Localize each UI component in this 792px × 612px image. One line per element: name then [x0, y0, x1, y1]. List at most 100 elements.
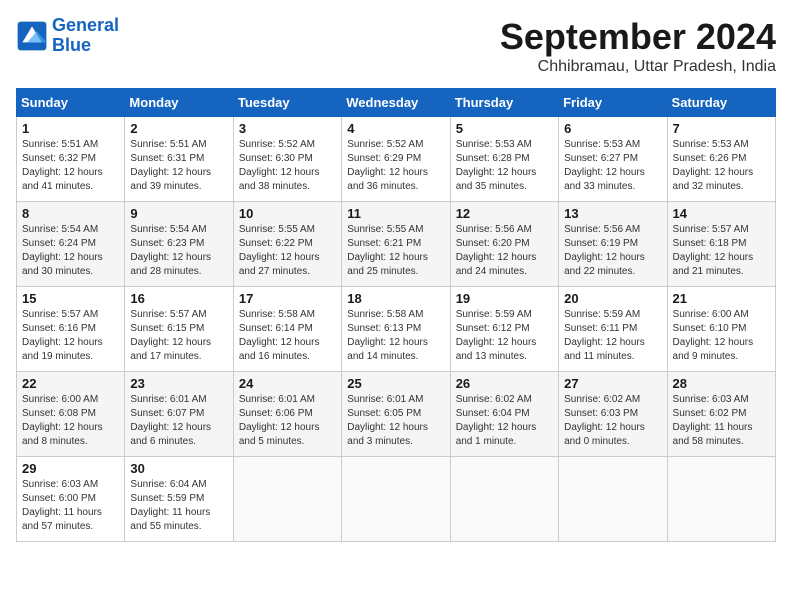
day-info: Sunrise: 6:00 AMSunset: 6:08 PMDaylight:…	[22, 393, 119, 449]
day-info: Sunrise: 6:02 AMSunset: 6:03 PMDaylight:…	[564, 393, 661, 449]
col-wednesday: Wednesday	[342, 89, 450, 117]
calendar-cell: 2Sunrise: 5:51 AMSunset: 6:31 PMDaylight…	[125, 117, 233, 202]
day-number: 8	[22, 206, 119, 221]
day-number: 30	[130, 461, 227, 476]
day-info: Sunrise: 6:02 AMSunset: 6:04 PMDaylight:…	[456, 393, 553, 449]
calendar-cell: 20 Sunrise: 5:59 AMSunset: 6:11 PMDayligh…	[559, 287, 667, 372]
calendar-cell	[342, 457, 450, 542]
day-info: Sunrise: 6:03 AMSunset: 6:02 PMDaylight:…	[673, 393, 770, 449]
day-info: Sunrise: 5:52 AMSunset: 6:29 PMDaylight:…	[347, 138, 444, 194]
calendar-cell: 10 Sunrise: 5:55 AMSunset: 6:22 PMDayligh…	[233, 202, 341, 287]
calendar-cell: 28 Sunrise: 6:03 AMSunset: 6:02 PMDayligh…	[667, 372, 775, 457]
day-info: Sunrise: 5:53 AMSunset: 6:26 PMDaylight:…	[673, 138, 770, 194]
day-number: 23	[130, 376, 227, 391]
day-number: 13	[564, 206, 661, 221]
calendar-cell: 12Sunrise: 5:56 AMSunset: 6:20 PMDayligh…	[450, 202, 558, 287]
header-row: Sunday Monday Tuesday Wednesday Thursday…	[17, 89, 776, 117]
col-friday: Friday	[559, 89, 667, 117]
day-info: Sunrise: 6:01 AMSunset: 6:06 PMDaylight:…	[239, 393, 336, 449]
logo-line2: Blue	[52, 35, 91, 55]
day-number: 2	[130, 121, 227, 136]
day-number: 14	[673, 206, 770, 221]
day-number: 21	[673, 291, 770, 306]
col-monday: Monday	[125, 89, 233, 117]
page-header: General Blue September 2024 Chhibramau, …	[16, 16, 776, 76]
day-info: Sunrise: 6:00 AMSunset: 6:10 PMDaylight:…	[673, 308, 770, 364]
calendar-cell	[450, 457, 558, 542]
day-number: 22	[22, 376, 119, 391]
calendar-cell: 24 Sunrise: 6:01 AMSunset: 6:06 PMDayligh…	[233, 372, 341, 457]
col-tuesday: Tuesday	[233, 89, 341, 117]
day-number: 3	[239, 121, 336, 136]
calendar-cell: 11 Sunrise: 5:55 AMSunset: 6:21 PMDayligh…	[342, 202, 450, 287]
calendar-cell	[233, 457, 341, 542]
calendar-cell: 22 Sunrise: 6:00 AMSunset: 6:08 PMDayligh…	[17, 372, 125, 457]
calendar-cell: 9Sunrise: 5:54 AMSunset: 6:23 PMDaylight…	[125, 202, 233, 287]
day-info: Sunrise: 5:57 AMSunset: 6:18 PMDaylight:…	[673, 223, 770, 279]
calendar-cell	[667, 457, 775, 542]
logo-icon	[16, 20, 48, 52]
day-info: Sunrise: 5:51 AMSunset: 6:32 PMDaylight:…	[22, 138, 119, 194]
day-info: Sunrise: 5:52 AMSunset: 6:30 PMDaylight:…	[239, 138, 336, 194]
day-info: Sunrise: 5:56 AMSunset: 6:19 PMDaylight:…	[564, 223, 661, 279]
calendar-row: 1 Sunrise: 5:51 AMSunset: 6:32 PMDaylight…	[17, 117, 776, 202]
day-info: Sunrise: 5:55 AMSunset: 6:21 PMDaylight:…	[347, 223, 444, 279]
calendar-cell: 4 Sunrise: 5:52 AMSunset: 6:29 PMDaylight…	[342, 117, 450, 202]
calendar-row: 15 Sunrise: 5:57 AMSunset: 6:16 PMDayligh…	[17, 287, 776, 372]
day-info: Sunrise: 5:58 AMSunset: 6:14 PMDaylight:…	[239, 308, 336, 364]
calendar-row: 29Sunrise: 6:03 AMSunset: 6:00 PMDayligh…	[17, 457, 776, 542]
col-sunday: Sunday	[17, 89, 125, 117]
logo-line1: General	[52, 15, 119, 35]
calendar-cell: 18Sunrise: 5:58 AMSunset: 6:13 PMDayligh…	[342, 287, 450, 372]
calendar-cell: 15 Sunrise: 5:57 AMSunset: 6:16 PMDayligh…	[17, 287, 125, 372]
day-info: Sunrise: 5:57 AMSunset: 6:15 PMDaylight:…	[130, 308, 227, 364]
month-title: September 2024	[500, 16, 776, 58]
location: Chhibramau, Uttar Pradesh, India	[500, 58, 776, 76]
day-number: 11	[347, 206, 444, 221]
day-number: 29	[22, 461, 119, 476]
day-info: Sunrise: 5:54 AMSunset: 6:24 PMDaylight:…	[22, 223, 119, 279]
calendar-cell: 13 Sunrise: 5:56 AMSunset: 6:19 PMDayligh…	[559, 202, 667, 287]
col-saturday: Saturday	[667, 89, 775, 117]
day-number: 6	[564, 121, 661, 136]
title-section: September 2024 Chhibramau, Uttar Pradesh…	[500, 16, 776, 76]
day-number: 26	[456, 376, 553, 391]
calendar-cell: 29Sunrise: 6:03 AMSunset: 6:00 PMDayligh…	[17, 457, 125, 542]
calendar-cell: 17Sunrise: 5:58 AMSunset: 6:14 PMDayligh…	[233, 287, 341, 372]
calendar-cell: 19 Sunrise: 5:59 AMSunset: 6:12 PMDayligh…	[450, 287, 558, 372]
calendar-cell	[559, 457, 667, 542]
day-info: Sunrise: 5:53 AMSunset: 6:27 PMDaylight:…	[564, 138, 661, 194]
logo: General Blue	[16, 16, 119, 56]
calendar-cell: 14 Sunrise: 5:57 AMSunset: 6:18 PMDayligh…	[667, 202, 775, 287]
day-number: 19	[456, 291, 553, 306]
calendar-cell: 23Sunrise: 6:01 AMSunset: 6:07 PMDayligh…	[125, 372, 233, 457]
calendar-cell: 3 Sunrise: 5:52 AMSunset: 6:30 PMDaylight…	[233, 117, 341, 202]
calendar-cell: 30 Sunrise: 6:04 AMSunset: 5:59 PMDayligh…	[125, 457, 233, 542]
day-info: Sunrise: 5:57 AMSunset: 6:16 PMDaylight:…	[22, 308, 119, 364]
day-info: Sunrise: 6:04 AMSunset: 5:59 PMDaylight:…	[130, 478, 227, 534]
day-number: 4	[347, 121, 444, 136]
day-number: 5	[456, 121, 553, 136]
day-number: 24	[239, 376, 336, 391]
calendar-cell: 16Sunrise: 5:57 AMSunset: 6:15 PMDayligh…	[125, 287, 233, 372]
day-info: Sunrise: 5:59 AMSunset: 6:11 PMDaylight:…	[564, 308, 661, 364]
day-number: 7	[673, 121, 770, 136]
calendar-row: 8 Sunrise: 5:54 AMSunset: 6:24 PMDaylight…	[17, 202, 776, 287]
logo-text: General Blue	[52, 16, 119, 56]
day-info: Sunrise: 5:59 AMSunset: 6:12 PMDaylight:…	[456, 308, 553, 364]
calendar-table: Sunday Monday Tuesday Wednesday Thursday…	[16, 88, 776, 542]
day-number: 28	[673, 376, 770, 391]
day-info: Sunrise: 6:01 AMSunset: 6:05 PMDaylight:…	[347, 393, 444, 449]
day-number: 20	[564, 291, 661, 306]
calendar-cell: 27 Sunrise: 6:02 AMSunset: 6:03 PMDayligh…	[559, 372, 667, 457]
day-number: 1	[22, 121, 119, 136]
calendar-cell: 1 Sunrise: 5:51 AMSunset: 6:32 PMDaylight…	[17, 117, 125, 202]
day-number: 18	[347, 291, 444, 306]
calendar-cell: 8 Sunrise: 5:54 AMSunset: 6:24 PMDaylight…	[17, 202, 125, 287]
day-info: Sunrise: 5:55 AMSunset: 6:22 PMDaylight:…	[239, 223, 336, 279]
day-number: 25	[347, 376, 444, 391]
day-info: Sunrise: 5:54 AMSunset: 6:23 PMDaylight:…	[130, 223, 227, 279]
day-number: 10	[239, 206, 336, 221]
day-number: 27	[564, 376, 661, 391]
day-number: 15	[22, 291, 119, 306]
